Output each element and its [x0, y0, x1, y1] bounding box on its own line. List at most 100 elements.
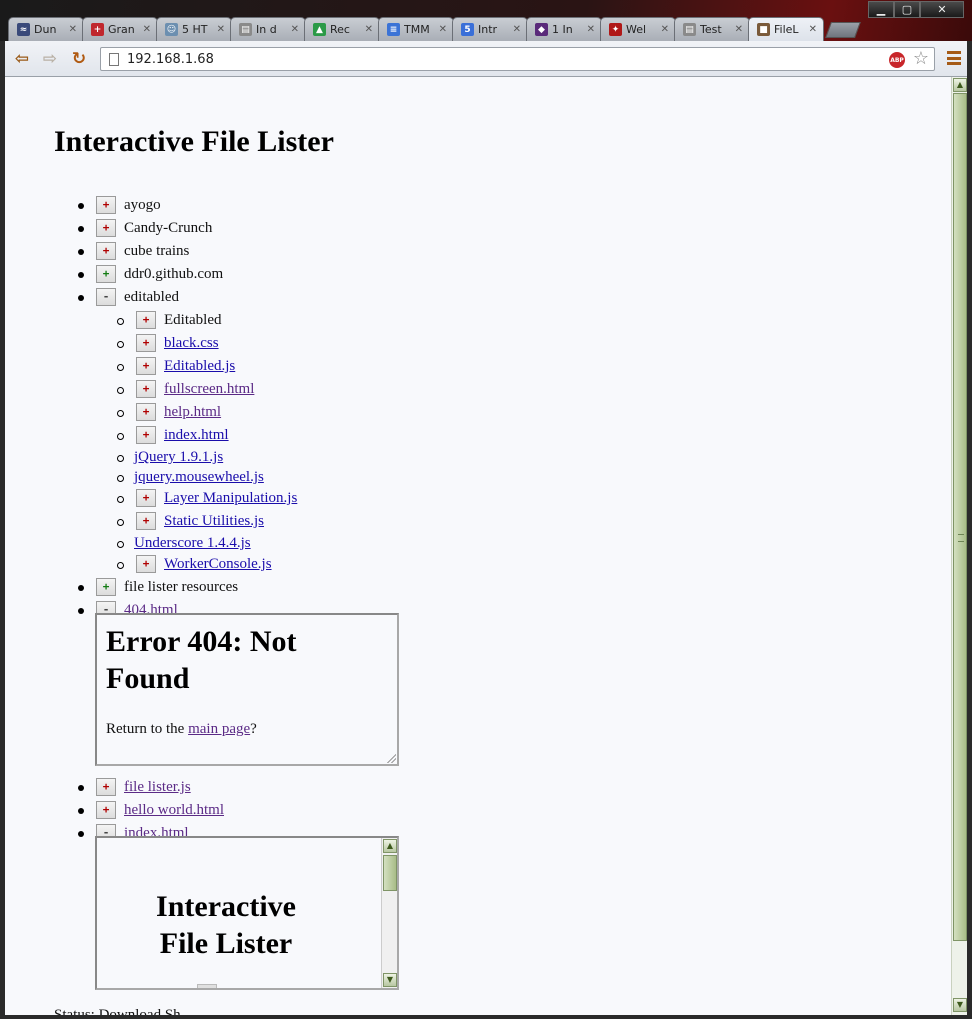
file-link[interactable]: Layer Manipulation.js	[164, 489, 297, 507]
scroll-up-icon[interactable]: ▲	[953, 78, 967, 92]
expand-button[interactable]: +	[96, 196, 116, 214]
file-link[interactable]: index.html	[164, 426, 229, 444]
tab-5[interactable]: ≡ TMM ✕	[378, 17, 454, 41]
tab-title: Dun	[34, 23, 57, 36]
scroll-thumb[interactable]	[953, 93, 967, 941]
folder-label: editabled	[124, 289, 179, 305]
file-link[interactable]: jQuery 1.9.1.js	[134, 448, 223, 466]
list-bullet	[78, 608, 84, 614]
tab-close-icon[interactable]: ✕	[291, 24, 299, 35]
minimize-button[interactable]: ▁	[868, 1, 894, 18]
folder-label: file lister resources	[124, 579, 239, 595]
tab-close-icon[interactable]: ✕	[439, 24, 447, 35]
list-bullet	[117, 475, 124, 482]
tab-8[interactable]: ✦ Wel ✕	[600, 17, 676, 41]
scroll-up-icon[interactable]: ▲	[383, 839, 397, 853]
tab-title: Test	[700, 23, 722, 36]
expand-button[interactable]: +	[96, 801, 116, 819]
folder-label: Candy-Crunch	[124, 220, 213, 236]
back-button[interactable]: ⇦	[11, 49, 33, 69]
file-link[interactable]: WorkerConsole.js	[164, 555, 272, 573]
expand-button[interactable]: +	[96, 242, 116, 260]
tab-close-icon[interactable]: ✕	[513, 24, 521, 35]
close-window-button[interactable]: ✕	[920, 1, 964, 18]
tab-close-icon[interactable]: ✕	[365, 24, 373, 35]
window-controls: ▁ ▢ ✕	[868, 1, 964, 18]
expand-button[interactable]: +	[136, 489, 156, 507]
page-icon: ▤	[683, 23, 696, 36]
tab-3[interactable]: ▤ In d ✕	[230, 17, 306, 41]
tab-4[interactable]: ▲ Rec ✕	[304, 17, 380, 41]
drive-icon: ▲	[313, 23, 326, 36]
expand-button[interactable]: +	[136, 403, 156, 421]
status-text: Status: Download Sh...	[54, 1007, 192, 1015]
tab-10[interactable]: ■ FileL ✕	[748, 17, 824, 41]
tab-close-icon[interactable]: ✕	[809, 24, 817, 35]
tab-close-icon[interactable]: ✕	[217, 24, 225, 35]
menu-icon[interactable]	[947, 51, 961, 65]
tab-close-icon[interactable]: ✕	[587, 24, 595, 35]
scroll-thumb[interactable]	[383, 855, 397, 891]
address-bar[interactable]: ABP ☆	[100, 47, 935, 71]
url-input[interactable]	[127, 50, 867, 68]
list-bullet	[78, 831, 84, 837]
page-icon: ▤	[239, 23, 252, 36]
expand-button[interactable]: +	[96, 778, 116, 796]
resize-grip-icon[interactable]	[386, 753, 396, 763]
page-scrollbar[interactable]: ▲ ▼	[951, 77, 967, 1015]
list-bullet	[117, 541, 124, 548]
expand-button[interactable]: +	[136, 426, 156, 444]
expand-button[interactable]: +	[136, 311, 156, 329]
preview-frame-index[interactable]: Interactive File Lister ▲ ▼	[95, 836, 399, 990]
file-link[interactable]: Editabled.js	[164, 357, 235, 375]
expand-button[interactable]: +	[136, 512, 156, 530]
file-link[interactable]: black.css	[164, 334, 219, 352]
preview-frame-404[interactable]: Error 404: Not Found Return to the main …	[95, 613, 399, 766]
expand-button[interactable]: +	[96, 578, 116, 596]
bookmark-star-icon[interactable]: ☆	[913, 48, 929, 69]
list-bullet	[117, 318, 124, 325]
tab-title: TMM	[404, 23, 430, 36]
tab-7[interactable]: ◆ 1 In ✕	[526, 17, 602, 41]
scroll-down-icon[interactable]: ▼	[953, 998, 967, 1012]
scroll-down-icon[interactable]: ▼	[383, 973, 397, 987]
expand-button[interactable]: +	[96, 219, 116, 237]
file-link[interactable]: hello world.html	[124, 801, 224, 819]
expand-button[interactable]: +	[136, 334, 156, 352]
tab-9[interactable]: ▤ Test ✕	[674, 17, 750, 41]
list-bullet	[117, 519, 124, 526]
expand-button[interactable]: +	[136, 380, 156, 398]
main-page-link[interactable]: main page	[188, 721, 250, 737]
collapse-button[interactable]: -	[96, 288, 116, 306]
reload-button[interactable]: ↻	[68, 49, 90, 69]
browser-toolbar: ⇦ ⇨ ↻ ABP ☆	[5, 41, 967, 77]
tab-6[interactable]: 5 Intr ✕	[452, 17, 528, 41]
tab-close-icon[interactable]: ✕	[661, 24, 669, 35]
list-bullet	[117, 364, 124, 371]
error-heading: Error 404: Not Found	[106, 625, 297, 695]
maximize-button[interactable]: ▢	[894, 1, 920, 18]
file-link[interactable]: Underscore 1.4.4.js	[134, 534, 251, 552]
file-link[interactable]: Static Utilities.js	[164, 512, 264, 530]
tab-0[interactable]: ≈ Dun ✕	[8, 17, 84, 41]
new-tab-button[interactable]	[825, 22, 861, 38]
tab-title: Intr	[478, 23, 498, 36]
tab-2[interactable]: ☺ 5 HT ✕	[156, 17, 232, 41]
tab-close-icon[interactable]: ✕	[143, 24, 151, 35]
list-bullet	[78, 808, 84, 814]
list-bullet	[117, 433, 124, 440]
expand-button[interactable]: +	[136, 555, 156, 573]
tab-close-icon[interactable]: ✕	[735, 24, 743, 35]
expand-button[interactable]: +	[136, 357, 156, 375]
tab-1[interactable]: + Gran ✕	[82, 17, 158, 41]
forward-button[interactable]: ⇨	[39, 49, 61, 69]
file-link[interactable]: fullscreen.html	[164, 380, 254, 398]
window-titlebar: ▁ ▢ ✕ ≈ Dun ✕ + Gran ✕ ☺ 5 HT ✕ ▤ In d ✕ ▲ Rec ✕ ≡ TMM ✕ 5…	[0, 0, 972, 44]
preview-scrollbar[interactable]: ▲ ▼	[381, 838, 397, 988]
tab-close-icon[interactable]: ✕	[69, 24, 77, 35]
file-link[interactable]: file lister.js	[124, 778, 191, 796]
expand-button[interactable]: +	[96, 265, 116, 283]
file-link[interactable]: help.html	[164, 403, 221, 421]
adblock-icon[interactable]: ABP	[889, 52, 905, 68]
file-link[interactable]: jquery.mousewheel.js	[134, 468, 264, 486]
